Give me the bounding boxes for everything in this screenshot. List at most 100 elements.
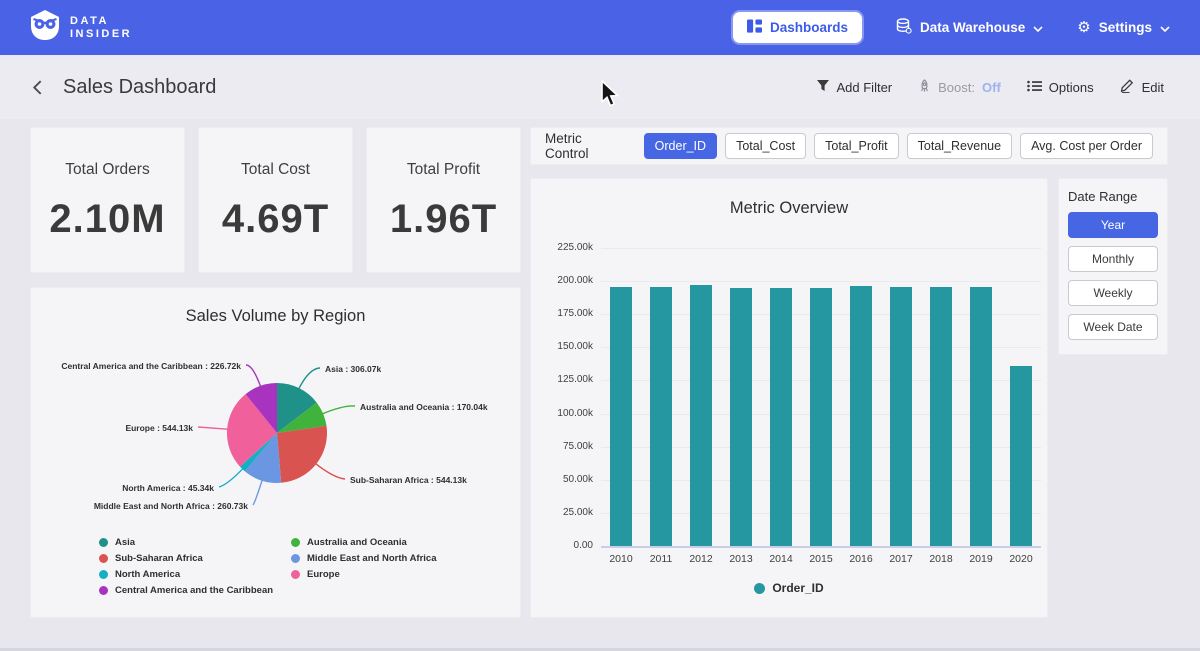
options-button[interactable]: Options — [1027, 80, 1094, 95]
pie-label-sub-saharan-africa: Sub-Saharan Africa : 544.13k — [350, 475, 467, 485]
bar-2019[interactable] — [970, 287, 992, 546]
bar-2016[interactable] — [850, 286, 872, 546]
brand-logo[interactable]: DATAINSIDER — [30, 9, 132, 46]
legend-item-sub-saharan-africa[interactable]: Sub-Saharan Africa — [99, 550, 291, 566]
legend-dot — [291, 554, 300, 563]
bar-2014[interactable] — [770, 288, 792, 546]
edit-button[interactable]: Edit — [1120, 78, 1164, 96]
bar-2010[interactable] — [610, 287, 632, 546]
legend-item-europe[interactable]: Europe — [291, 566, 437, 582]
rocket-icon — [918, 79, 931, 96]
metric-option-order-id[interactable]: Order_ID — [644, 133, 717, 159]
legend-item-middle-east-and-north-africa[interactable]: Middle East and North Africa — [291, 550, 437, 566]
date-option-monthly[interactable]: Monthly — [1068, 246, 1158, 272]
metric-option-total-cost[interactable]: Total_Cost — [725, 133, 806, 159]
legend-item-central-america-and-the-caribbean[interactable]: Central America and the Caribbean — [99, 582, 291, 598]
dashboard-grid-icon — [747, 19, 762, 36]
add-filter-button[interactable]: Add Filter — [816, 79, 893, 95]
legend-label: North America — [115, 569, 180, 580]
data-warehouse-menu[interactable]: Data Warehouse — [896, 18, 1043, 37]
top-nav-bar: DATAINSIDER Dashboards — [0, 0, 1200, 55]
legend-dot — [754, 583, 765, 594]
x-tick-label: 2012 — [681, 553, 721, 565]
bar-slot — [641, 248, 681, 546]
date-option-year[interactable]: Year — [1068, 212, 1158, 238]
bar-bars — [601, 248, 1041, 546]
kpi-row: Total Orders 2.10M Total Cost 4.69T Tota… — [30, 127, 521, 273]
back-button[interactable] — [28, 75, 47, 100]
data-warehouse-label: Data Warehouse — [920, 20, 1025, 35]
bar-slot — [801, 248, 841, 546]
bar-2015[interactable] — [810, 288, 832, 546]
x-tick-label: 2019 — [961, 553, 1001, 565]
boost-toggle[interactable]: Boost: Off — [918, 79, 1001, 96]
date-option-weekly[interactable]: Weekly — [1068, 280, 1158, 306]
bar-legend[interactable]: Order_ID — [531, 581, 1047, 595]
metric-option-avg-cost-per-order[interactable]: Avg. Cost per Order — [1020, 133, 1153, 159]
bar-2013[interactable] — [730, 288, 752, 546]
owl-logo-icon — [30, 9, 60, 46]
legend-label: Central America and the Caribbean — [115, 585, 273, 596]
sales-volume-panel: Sales Volume by Region Asia : 306.07kAus… — [30, 287, 521, 618]
legend-label: Asia — [115, 537, 135, 548]
kpi-card-total-profit: Total Profit 1.96T — [366, 127, 521, 273]
bar-chart-title: Metric Overview — [531, 199, 1047, 218]
bar-2017[interactable] — [890, 287, 912, 546]
legend-item-asia[interactable]: Asia — [99, 534, 291, 550]
pie-legend-col1: Asia Sub-Saharan Africa North America Centr… — [99, 534, 291, 598]
date-option-week-date[interactable]: Week Date — [1068, 314, 1158, 340]
x-tick-label: 2011 — [641, 553, 681, 565]
pie-label-europe: Europe : 544.13k — [125, 423, 193, 433]
metric-control-label: Metric Control — [545, 131, 628, 161]
legend-dot — [99, 554, 108, 563]
bar-2018[interactable] — [930, 287, 952, 546]
dashboards-button[interactable]: Dashboards — [733, 12, 862, 43]
metric-option-total-revenue[interactable]: Total_Revenue — [907, 133, 1012, 159]
funnel-icon — [816, 79, 830, 95]
bar-slot — [841, 248, 881, 546]
pie-leader-line — [246, 365, 261, 388]
y-tick-label: 0.00 — [537, 540, 593, 551]
bar-2011[interactable] — [650, 287, 672, 546]
y-tick-label: 75.00k — [537, 441, 593, 452]
bar-2020[interactable] — [1010, 366, 1032, 546]
y-tick-label: 150.00k — [537, 341, 593, 352]
boost-label: Boost: — [938, 80, 975, 95]
legend-label: Middle East and North Africa — [307, 553, 437, 564]
x-tick-label: 2013 — [721, 553, 761, 565]
y-tick-label: 200.00k — [537, 275, 593, 286]
boost-value: Off — [982, 80, 1001, 95]
pie-legend-col2: Australia and Oceania Middle East and Nor… — [291, 534, 437, 598]
pie-label-australia-and-oceania: Australia and Oceania : 170.04k — [360, 402, 488, 412]
pie-leader-line — [315, 463, 345, 479]
dashboards-label: Dashboards — [770, 20, 848, 35]
y-tick-label: 25.00k — [537, 507, 593, 518]
kpi-value: 2.10M — [31, 197, 184, 242]
page-title: Sales Dashboard — [63, 76, 216, 99]
legend-item-australia-and-oceania[interactable]: Australia and Oceania — [291, 534, 437, 550]
pie-leader-line — [321, 406, 355, 414]
pie-label-north-america: North America : 45.34k — [122, 483, 214, 493]
legend-label: Europe — [307, 569, 340, 580]
metric-option-total-profit[interactable]: Total_Profit — [814, 133, 899, 159]
bar-slot — [761, 248, 801, 546]
bar-slot — [601, 248, 641, 546]
pie-leader-line — [219, 468, 244, 487]
legend-dot — [291, 538, 300, 547]
pie-slice-sub-saharan-africa[interactable] — [277, 426, 327, 483]
legend-item-north-america[interactable]: North America — [99, 566, 291, 582]
kpi-label: Total Orders — [31, 161, 184, 179]
legend-label: Sub-Saharan Africa — [115, 553, 203, 564]
legend-label: Australia and Oceania — [307, 537, 407, 548]
metric-control-buttons: Order_ID Total_Cost Total_Profit Total_Reve… — [644, 133, 1153, 159]
settings-menu[interactable]: ⚙ Settings — [1077, 20, 1170, 35]
bar-2012[interactable] — [690, 285, 712, 546]
kpi-card-total-orders: Total Orders 2.10M — [30, 127, 185, 273]
bar-slot — [881, 248, 921, 546]
app-window: DATAINSIDER Dashboards — [0, 0, 1200, 651]
bar-slot — [921, 248, 961, 546]
list-icon — [1027, 80, 1042, 95]
bar-slot — [721, 248, 761, 546]
pie-label-asia: Asia : 306.07k — [325, 364, 382, 374]
y-tick-label: 125.00k — [537, 374, 593, 385]
